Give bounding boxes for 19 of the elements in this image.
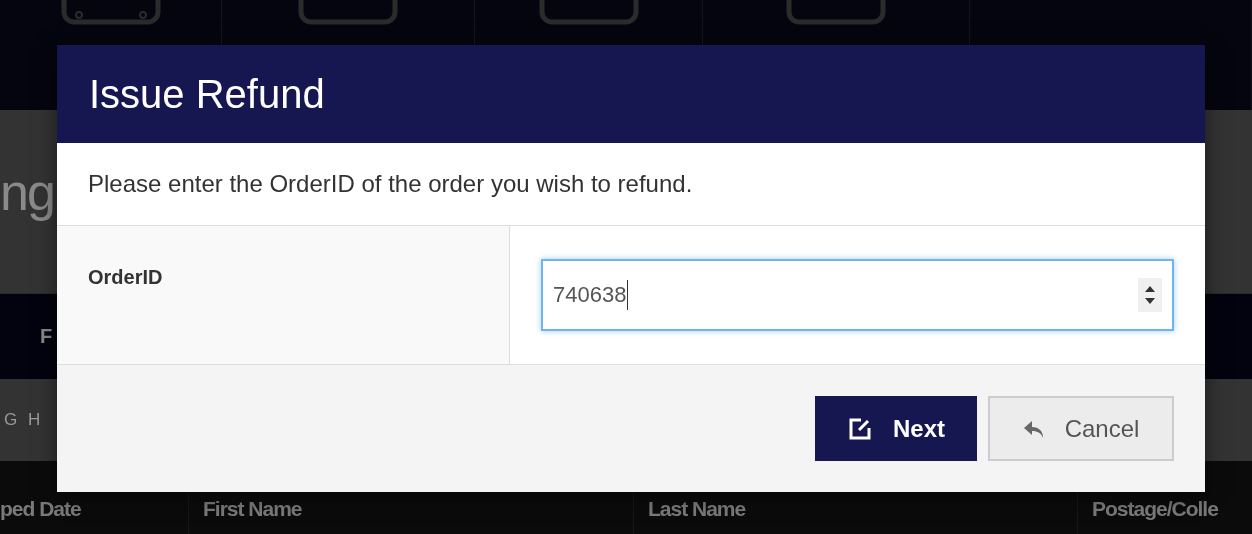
tab-label[interactable]: F: [40, 325, 53, 348]
spinner-icon[interactable]: [1138, 278, 1162, 312]
cancel-button[interactable]: Cancel: [988, 396, 1174, 461]
dialog-title: Issue Refund: [89, 71, 325, 117]
dialog-message: Please enter the OrderID of the order you wish to refund.: [88, 170, 693, 198]
reply-icon: [1022, 418, 1045, 439]
page-heading: ng: [0, 161, 54, 222]
next-button[interactable]: Next: [815, 396, 977, 461]
device-icon[interactable]: [60, 0, 161, 26]
field-label: OrderID: [88, 266, 163, 288]
column-header[interactable]: Postage/Colle: [1092, 497, 1218, 521]
device-icon[interactable]: [538, 0, 639, 26]
device-icon[interactable]: [786, 0, 887, 26]
device-icon[interactable]: [298, 0, 399, 26]
order-id-field[interactable]: 740638: [541, 259, 1174, 331]
column-header[interactable]: ped Date: [0, 497, 81, 521]
column-header[interactable]: Last Name: [648, 497, 746, 521]
filter-label: G H: [4, 410, 44, 430]
column-header[interactable]: First Name: [203, 497, 302, 521]
